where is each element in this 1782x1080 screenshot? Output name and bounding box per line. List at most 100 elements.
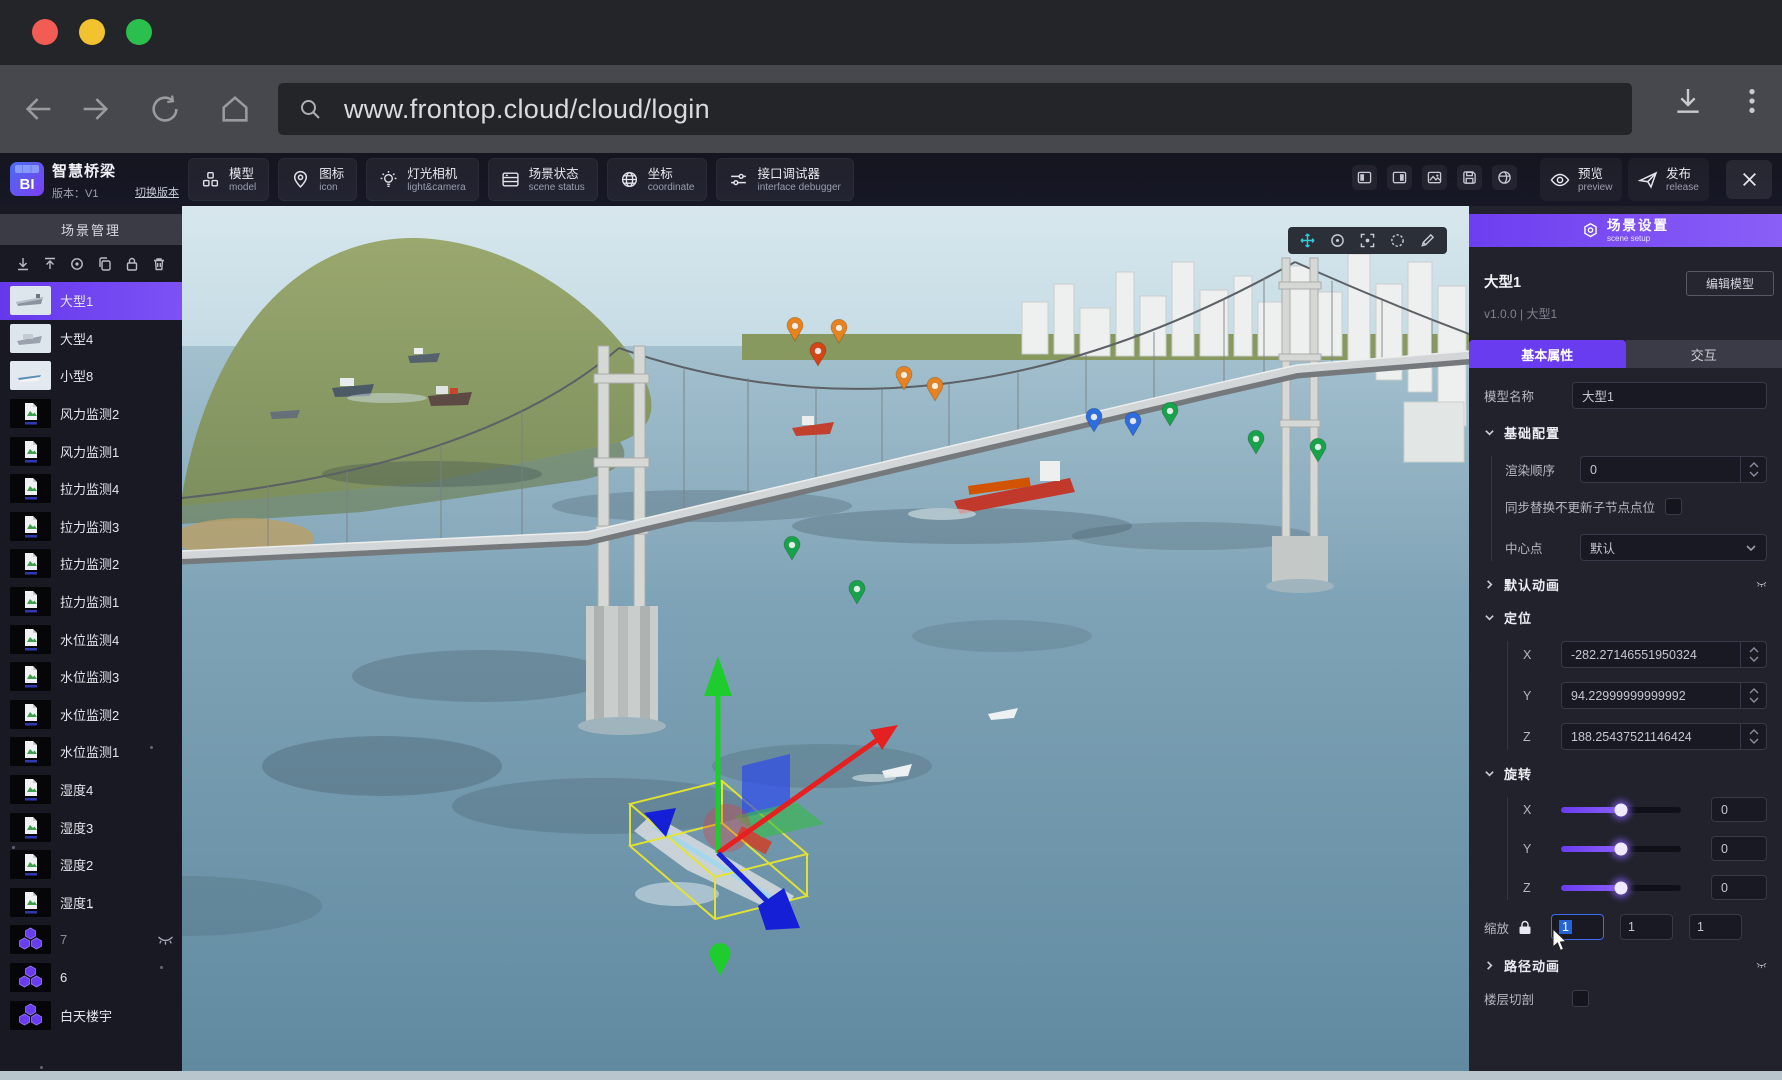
position-input[interactable]: 188.25437521146424 <box>1561 723 1740 750</box>
stepper-icon[interactable] <box>1740 682 1767 709</box>
position-input[interactable]: 94.22999999999992 <box>1561 682 1740 709</box>
scale-input[interactable]: 1 <box>1689 914 1742 940</box>
scene-list-item[interactable]: 拉力监测4 <box>0 470 182 508</box>
scale-input[interactable]: 1 <box>1620 914 1673 940</box>
rotation-value-input[interactable]: 0 <box>1711 875 1767 900</box>
scene-list-item[interactable]: 大型4 <box>0 320 182 358</box>
rotation-value-input[interactable]: 0 <box>1711 797 1767 822</box>
rotate-icon[interactable] <box>1330 233 1345 248</box>
position-section[interactable]: 定位 <box>1484 608 1767 627</box>
scene-list-item[interactable]: 7 <box>0 921 182 959</box>
scene-list-item[interactable]: 大型1 <box>0 282 182 320</box>
image-icon[interactable] <box>1422 165 1447 190</box>
scene-list-item[interactable]: 水位监测1 <box>0 733 182 771</box>
scene-list-item[interactable]: 湿度2 <box>0 846 182 884</box>
tab-basic-properties[interactable]: 基本属性 <box>1469 340 1626 368</box>
toolbar-item-light-camera[interactable]: 灯光相机light&camera <box>366 158 478 201</box>
floor-cut-checkbox[interactable] <box>1572 990 1589 1007</box>
move-top-icon[interactable] <box>42 256 58 272</box>
focus-icon[interactable] <box>1360 233 1375 248</box>
home-icon[interactable] <box>218 92 252 126</box>
copy-icon[interactable] <box>97 256 113 272</box>
reload-icon[interactable] <box>148 92 182 126</box>
kebab-menu-icon[interactable] <box>1736 85 1768 131</box>
panel-right-icon[interactable] <box>1387 165 1412 190</box>
path-animation-section[interactable]: 路径动画 <box>1484 956 1767 975</box>
slider-thumb[interactable] <box>1615 881 1628 894</box>
rotation-slider[interactable] <box>1561 846 1681 852</box>
preview-button[interactable]: 预览 preview <box>1540 158 1622 201</box>
back-arrow-icon[interactable] <box>22 92 56 126</box>
file-thumbnail <box>10 512 51 541</box>
scene-item-label: 拉力监测1 <box>60 592 119 611</box>
rotation-slider[interactable] <box>1561 807 1681 813</box>
base-config-section[interactable]: 基础配置 <box>1484 423 1767 442</box>
circle-select-icon[interactable] <box>1390 233 1405 248</box>
eye-closed-icon[interactable] <box>1756 960 1767 971</box>
scale-input[interactable]: 1 <box>1551 914 1604 940</box>
rotation-slider[interactable] <box>1561 885 1681 891</box>
release-button[interactable]: 发布 release <box>1628 158 1709 201</box>
scene-list-item[interactable]: 小型8 <box>0 357 182 395</box>
scene-list-item[interactable]: 水位监测3 <box>0 658 182 696</box>
stepper-icon[interactable] <box>1740 641 1767 668</box>
position-input[interactable]: -282.27146551950324 <box>1561 641 1740 668</box>
scene-list-item[interactable]: 水位监测4 <box>0 620 182 658</box>
switch-version-link[interactable]: 切换版本 <box>135 184 179 200</box>
horizontal-scrollbar[interactable] <box>0 1071 1782 1080</box>
toolbar-item-interface-debugger[interactable]: 接口调试器interface debugger <box>716 158 853 201</box>
toolbar-item-model[interactable]: 模型model <box>188 158 269 201</box>
scene-list-item[interactable]: 白天楼宇 <box>0 996 182 1034</box>
url-text[interactable]: www.frontop.cloud/cloud/login <box>344 94 710 125</box>
axis-label: Y <box>1523 689 1561 703</box>
scene-list-item[interactable]: 风力监测1 <box>0 432 182 470</box>
eye-closed-icon[interactable] <box>157 934 174 946</box>
scene-list-item[interactable]: 风力监测2 <box>0 395 182 433</box>
scene-list-item[interactable]: 拉力监测2 <box>0 545 182 583</box>
eye-closed-icon[interactable] <box>1756 579 1767 590</box>
scene-list-item[interactable]: 湿度1 <box>0 884 182 922</box>
scene-list-item[interactable]: 湿度3 <box>0 808 182 846</box>
release-label-zh: 发布 <box>1666 167 1699 181</box>
slider-thumb[interactable] <box>1615 803 1628 816</box>
toolbar-item-icon[interactable]: 图标icon <box>278 158 357 201</box>
scene-list-item[interactable]: 水位监测2 <box>0 696 182 734</box>
draw-icon[interactable] <box>1420 233 1435 248</box>
stepper-icon[interactable] <box>1740 723 1767 750</box>
globe-icon[interactable] <box>1492 165 1517 190</box>
default-animation-section[interactable]: 默认动画 <box>1484 575 1767 594</box>
rotation-section[interactable]: 旋转 <box>1484 764 1767 783</box>
rotation-value-input[interactable]: 0 <box>1711 836 1767 861</box>
minimize-window-button[interactable] <box>79 19 105 45</box>
scene-list-item[interactable]: 拉力监测3 <box>0 508 182 546</box>
render-order-input[interactable]: 0 <box>1580 456 1740 483</box>
close-window-button[interactable] <box>32 19 58 45</box>
download-icon[interactable] <box>1672 85 1704 131</box>
download-icon[interactable] <box>15 256 31 272</box>
toolbar-item-coordinate[interactable]: 坐标coordinate <box>607 158 708 201</box>
scene-list-item[interactable]: 6 <box>0 959 182 997</box>
tab-interaction[interactable]: 交互 <box>1626 340 1782 368</box>
scene-list-item[interactable]: 湿度4 <box>0 771 182 809</box>
lock-icon[interactable] <box>124 256 140 272</box>
panel-left-icon[interactable] <box>1352 165 1377 190</box>
move-icon[interactable] <box>1300 233 1315 248</box>
toolbar-item-scene-status[interactable]: 场景状态scene status <box>488 158 598 201</box>
locate-icon[interactable] <box>69 256 85 272</box>
forward-arrow-icon[interactable] <box>78 92 112 126</box>
sync-replace-checkbox[interactable] <box>1665 498 1682 515</box>
save-icon[interactable] <box>1457 165 1482 190</box>
center-point-select[interactable]: 默认 <box>1580 534 1767 561</box>
model-name-input[interactable]: 大型1 <box>1572 382 1767 409</box>
stepper-icon[interactable] <box>1740 456 1767 483</box>
scene-list-item[interactable]: 拉力监测1 <box>0 583 182 621</box>
close-icon[interactable] <box>1726 160 1772 199</box>
lock-icon[interactable] <box>1518 920 1532 935</box>
url-bar[interactable]: www.frontop.cloud/cloud/login <box>278 83 1632 135</box>
trash-icon[interactable] <box>151 256 167 272</box>
viewport-3d[interactable] <box>182 206 1469 1080</box>
maximize-window-button[interactable] <box>126 19 152 45</box>
bulb-icon <box>379 170 398 189</box>
edit-model-button[interactable]: 编辑模型 <box>1686 271 1774 296</box>
slider-thumb[interactable] <box>1615 842 1628 855</box>
